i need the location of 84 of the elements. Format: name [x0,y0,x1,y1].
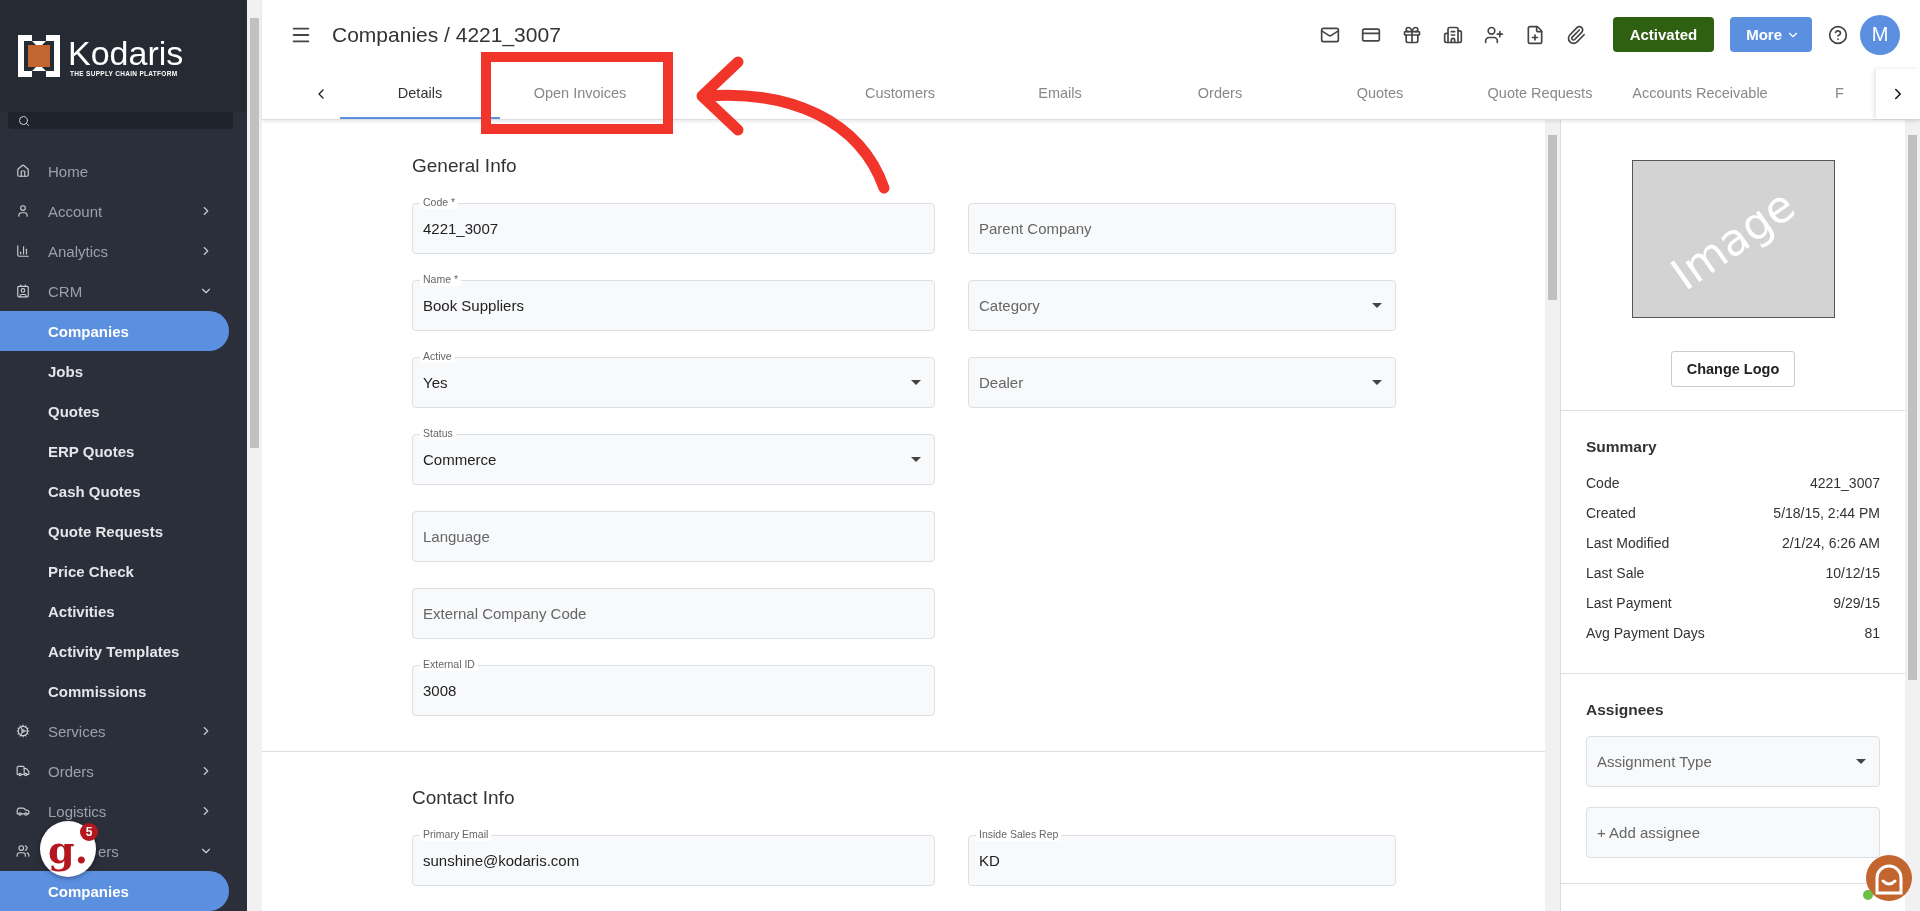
sidebar-subitem[interactable]: Quotes [0,391,229,431]
field-label: Code * [420,196,459,209]
scrollbar[interactable] [1905,120,1920,911]
building-icon[interactable] [1442,24,1463,45]
tab[interactable]: Quote Requests [1460,69,1620,119]
sidebar-item-label[interactable]: Analytics [48,242,181,260]
sidebar-item-label[interactable]: Home [48,162,229,180]
paperclip-icon[interactable] [1565,24,1586,45]
dropdown-caret-icon [1372,380,1382,385]
field-label: External ID [420,658,478,671]
summary-label: Avg Payment Days [1586,625,1705,641]
page-title: Companies / 4221_3007 [332,22,562,47]
summary-value: 10/12/15 [1825,565,1880,581]
scrollbar[interactable] [247,0,262,911]
section-title: Assignees [1586,701,1665,719]
tab[interactable]: Orders [1140,69,1300,119]
select-field[interactable]: Dealer [968,357,1396,408]
brand-name: Kodaris [68,35,184,70]
tab[interactable]: Quotes [1300,69,1460,119]
sidebar-item-label[interactable]: ers [98,842,181,860]
field-label: Primary Email [420,828,492,841]
sidebar-item-label[interactable]: Logistics [48,802,181,820]
logo-icon [18,35,60,78]
section-title: Summary [1586,438,1658,456]
sidebar-subitem[interactable]: Cash Quotes [0,471,229,511]
field-label: Active [420,350,455,363]
nav-icon [16,204,30,218]
sidebar-subitem[interactable]: Commissions [0,671,229,711]
add-person-icon[interactable] [1483,24,1504,45]
summary-value: 5/18/15, 2:44 PM [1773,505,1880,521]
sidebar-item-label[interactable]: Orders [48,762,181,780]
dropdown-caret-icon [1372,303,1382,308]
sidebar-subitem[interactable]: Activities [0,591,229,631]
select-field[interactable]: Assignment Type [1586,736,1880,787]
section-title: General Info [412,155,518,177]
input-field[interactable]: Parent Company [968,203,1396,254]
tab[interactable]: Details [340,69,500,119]
nav-icon [16,764,30,778]
sidebar-subitem[interactable]: Quote Requests [0,511,229,551]
summary-value: 81 [1864,625,1880,641]
help-icon[interactable] [1828,24,1848,45]
search-icon [18,115,30,127]
gift-card-icon[interactable] [1401,24,1422,45]
input-field[interactable]: + Add assignee [1586,807,1880,858]
change-logo-button[interactable]: Change Logo [1670,351,1796,387]
summary-value: 4221_3007 [1809,475,1880,491]
sidebar-subitem[interactable]: Jobs [0,351,229,391]
sidebar-item-label[interactable]: CRM [48,282,181,300]
sidebar-subitem[interactable]: Price Check [0,551,229,591]
nav-icon [16,164,30,178]
nav-icon [16,804,30,818]
nav-icon [16,844,30,858]
search-field[interactable] [8,112,233,129]
tab[interactable]: Customers [820,69,980,119]
field-label: Inside Sales Rep [976,828,1062,841]
tab[interactable]: Accounts Receivable [1620,69,1780,119]
summary-label: Last Modified [1586,535,1670,551]
tab[interactable]: Emails [980,69,1140,119]
field-label: Status [420,427,456,440]
nav-icon [16,724,30,738]
dropdown-caret-icon [1856,759,1866,764]
select-field[interactable]: Category [968,280,1396,331]
summary-label: Last Payment [1586,595,1672,611]
nav-icon [16,244,30,258]
tab[interactable]: Open Invoices [500,69,660,119]
sidebar-item-label[interactable]: Account [48,202,181,220]
sidebar-item-label[interactable]: Services [48,722,181,740]
input-field[interactable]: Language [412,511,935,562]
nav-icon [16,284,30,298]
summary-label: Last Sale [1586,565,1645,581]
field-label: Name * [420,273,461,286]
scrollbar[interactable] [1545,120,1560,911]
section-title: Contact Info [412,787,516,809]
sidebar-subitem[interactable]: Activity Templates [0,631,229,671]
input-field[interactable]: External Company Code [412,588,935,639]
dropdown-caret-icon [911,380,921,385]
summary-value: 9/29/15 [1833,595,1880,611]
sidebar-subitem[interactable]: ERP Quotes [0,431,229,471]
dropdown-caret-icon [911,457,921,462]
summary-value: 2/1/24, 6:26 AM [1781,535,1880,551]
activated-button[interactable]: Activated [1612,17,1715,53]
summary-label: Code [1586,475,1620,491]
summary-label: Created [1586,505,1636,521]
tab[interactable]: F [1780,69,1844,119]
